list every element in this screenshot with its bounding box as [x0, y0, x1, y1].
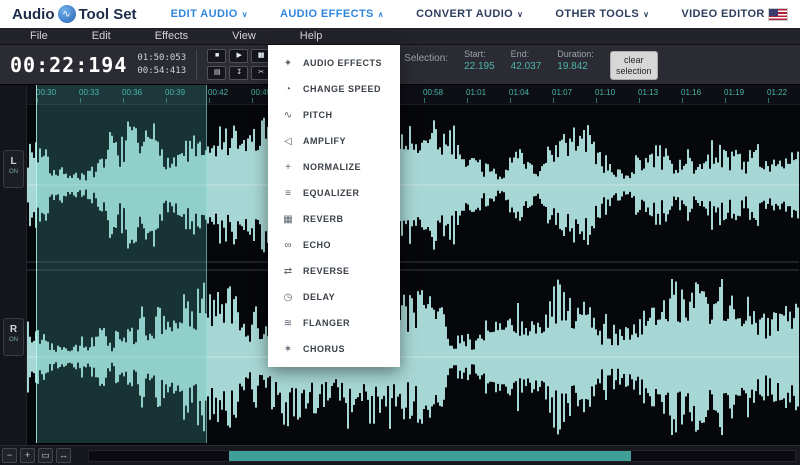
new-file-button[interactable]: ▤ [207, 66, 227, 80]
nav-audio-effects[interactable]: AUDIO EFFECTS ∧ [280, 8, 384, 20]
chevron-up-icon: ∧ [377, 10, 385, 19]
menu-view[interactable]: View [210, 30, 278, 42]
logo-icon: ∿ [57, 5, 76, 23]
waveform-stage: 00:3000:3300:3600:3900:4200:4500:4800:52… [0, 85, 800, 445]
timeline-tick: 01:04 [509, 88, 530, 103]
menu-item-normalize[interactable]: + NORMALIZE [268, 154, 400, 180]
audio-tool-set-app: Audio ∿ Tool Set EDIT AUDIO ∨ AUDIO EFFEC… [0, 0, 800, 465]
audio-effects-dropdown: ✦ AUDIO EFFECTS ◔ CHANGE SPEED ∿ PITCH ◁ AMP… [268, 45, 400, 367]
left-channel-toggle[interactable]: L ON [3, 150, 24, 188]
menu-file[interactable]: File [8, 30, 70, 42]
menu-item-echo[interactable]: ∞ ECHO [268, 232, 400, 258]
selection-start: Start: 22.195 [464, 49, 495, 73]
timeline-tick: 01:07 [552, 88, 573, 103]
selection-region[interactable] [36, 85, 207, 443]
nav-other-tools[interactable]: OTHER TOOLS ∨ [555, 8, 649, 20]
divider [196, 49, 198, 80]
bottom-bar: − + ▭ ↔ [0, 445, 800, 465]
timeline-tick: 01:10 [595, 88, 616, 103]
flanger-icon: ≋ [283, 317, 293, 329]
menu-item-equalizer[interactable]: ≡ EQUALIZER [268, 180, 400, 206]
nav-convert-audio[interactable]: CONVERT AUDIO ∨ [416, 8, 523, 20]
pitch-icon: ∿ [283, 109, 293, 121]
timeline-tick: 01:13 [638, 88, 659, 103]
menu-help[interactable]: Help [278, 30, 345, 42]
menu-item-amplify[interactable]: ◁ AMPLIFY [268, 128, 400, 154]
app-logo[interactable]: Audio ∿ Tool Set [12, 5, 137, 23]
logo-text-audio: Audio [12, 5, 55, 23]
menu-edit[interactable]: Edit [70, 30, 133, 42]
selection-label: Selection: [404, 53, 449, 65]
menu-item-pitch[interactable]: ∿ PITCH [268, 102, 400, 128]
delay-icon: ◷ [283, 291, 293, 303]
menu-item-reverb[interactable]: ▦ REVERB [268, 206, 400, 232]
selection-info: Selection: Start: 22.195 End: 42.037 Dur… [404, 49, 658, 80]
us-flag-icon[interactable] [768, 7, 788, 21]
chevron-down-icon: ∨ [643, 10, 650, 19]
chevron-down-icon: ∨ [241, 10, 248, 19]
stop-button[interactable]: ■ [207, 49, 227, 63]
echo-icon: ∞ [284, 239, 292, 251]
reverb-icon: ▦ [283, 213, 293, 225]
selection-end-value: 42.037 [510, 61, 542, 73]
timeline-tick: 00:42 [208, 88, 229, 103]
nav-video-editor[interactable]: VIDEO EDITOR [681, 8, 764, 20]
chorus-icon: ✶ [283, 343, 293, 355]
star-icon: ✦ [283, 57, 293, 69]
normalize-icon: + [285, 161, 291, 173]
reverse-icon: ⇄ [283, 265, 293, 277]
timeline-tick: 01:19 [724, 88, 745, 103]
menu-item-audio-effects[interactable]: ✦ AUDIO EFFECTS [268, 50, 400, 76]
menu-item-delay[interactable]: ◷ DELAY [268, 284, 400, 310]
remaining-time: 00:54:413 [137, 65, 187, 76]
menu-item-chorus[interactable]: ✶ CHORUS [268, 336, 400, 362]
zoom-in-button[interactable]: + [20, 448, 35, 463]
timeline-tick: 01:22 [767, 88, 788, 103]
menu-effects[interactable]: Effects [133, 30, 210, 42]
menu-item-reverse[interactable]: ⇄ REVERSE [268, 258, 400, 284]
play-button[interactable]: ▶ [229, 49, 249, 63]
scrollbar-thumb[interactable] [229, 450, 631, 461]
nav-edit-audio[interactable]: EDIT AUDIO ∨ [171, 8, 248, 20]
toolbar: 00:22:194 01:50:053 00:54:413 ■ ▤ ▶ ↧ ▮▮… [0, 45, 800, 85]
timeline-tick: 01:01 [466, 88, 487, 103]
channel-strip: L ON R ON [0, 85, 27, 445]
timeline-tick: 01:16 [681, 88, 702, 103]
selection-duration-value: 19.842 [557, 61, 588, 73]
menu-item-flanger[interactable]: ≋ FLANGER [268, 310, 400, 336]
selection-end: End: 42.037 [510, 49, 542, 73]
time-info: 01:50:053 00:54:413 [137, 52, 186, 76]
speed-icon: ◔ [284, 83, 292, 95]
equalizer-icon: ≡ [285, 187, 291, 199]
timeline-tick: 00:58 [423, 88, 444, 103]
menu-item-change-speed[interactable]: ◔ CHANGE SPEED [268, 76, 400, 102]
save-button[interactable]: ↧ [229, 66, 249, 80]
selection-start-value: 22.195 [464, 61, 495, 73]
horizontal-scrollbar[interactable] [88, 449, 796, 462]
fit-view-button[interactable]: ▭ [38, 448, 53, 463]
amplify-icon: ◁ [284, 135, 292, 147]
menubar: File Edit Effects View Help [0, 28, 800, 45]
total-time: 01:50:053 [137, 53, 187, 64]
app-header: Audio ∿ Tool Set EDIT AUDIO ∨ AUDIO EFFEC… [0, 0, 800, 28]
clear-selection-button[interactable]: clear selection [609, 51, 658, 80]
current-time-display: 00:22:194 [10, 52, 128, 77]
chevron-down-icon: ∨ [517, 10, 524, 19]
right-channel-toggle[interactable]: R ON [3, 318, 24, 356]
zoom-out-button[interactable]: − [2, 448, 17, 463]
main-nav: EDIT AUDIO ∨ AUDIO EFFECTS ∧ CONVERT AUDIO… [171, 8, 765, 20]
logo-text-toolset: Tool Set [78, 5, 137, 23]
pan-button[interactable]: ↔ [56, 448, 71, 463]
selection-duration: Duration: 19.842 [557, 49, 594, 73]
